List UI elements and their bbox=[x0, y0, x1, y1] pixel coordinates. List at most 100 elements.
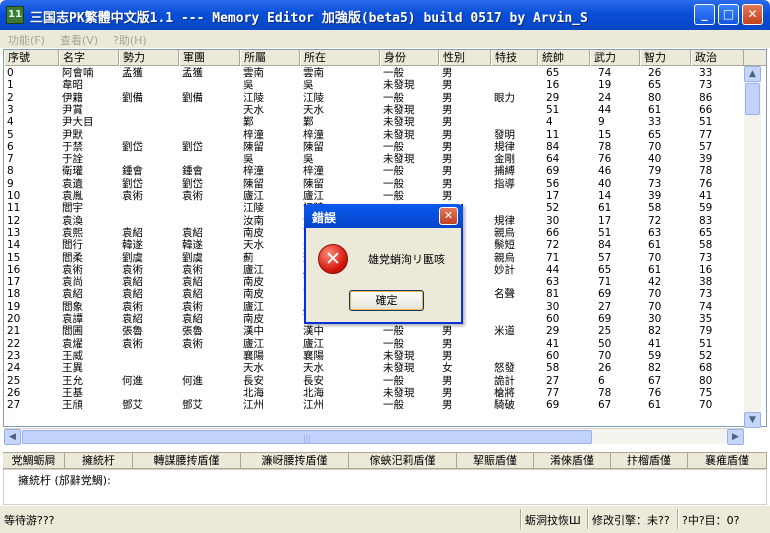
bottom-tab[interactable]: 挈賑盾僅 bbox=[457, 453, 534, 469]
table-row[interactable]: 1 韋昭 吳 吳 未發現 男 16 19 65 73 bbox=[4, 79, 766, 92]
table-row[interactable]: 10 袁胤 袁術 袁術 廬江 廬江 一般 男 17 14 39 41 bbox=[4, 190, 766, 202]
menu-function[interactable]: 功能(F) bbox=[8, 32, 45, 48]
scroll-up-button[interactable]: ▲ bbox=[744, 66, 761, 82]
column-header[interactable]: 身份 bbox=[380, 50, 439, 66]
table-cell: 廬江 bbox=[243, 337, 264, 350]
table-cell bbox=[119, 387, 179, 399]
table-cell: 52 bbox=[699, 349, 713, 362]
table-cell: 一般 bbox=[383, 337, 404, 350]
table-cell: 72 bbox=[546, 239, 560, 252]
bottom-tab[interactable]: 擁統杅 bbox=[65, 453, 133, 469]
table-cell: 男 bbox=[442, 91, 453, 104]
table-row[interactable]: 5 尹默 梓潼 梓潼 未發現 男 發明 11 15 65 77 bbox=[4, 129, 766, 141]
column-header[interactable]: 名字 bbox=[59, 50, 119, 66]
table-cell: 一般 bbox=[383, 140, 404, 153]
table-cell: 73 bbox=[648, 177, 662, 190]
table-cell: 劉岱 bbox=[182, 140, 203, 153]
table-cell: 鄴 bbox=[303, 116, 314, 129]
table-cell: 73 bbox=[699, 288, 713, 301]
vertical-scroll-thumb[interactable] bbox=[745, 83, 760, 115]
table-cell: 閻象 bbox=[62, 300, 83, 313]
arrow-down-icon: ▼ bbox=[749, 415, 756, 425]
table-cell bbox=[491, 313, 538, 325]
bottom-tab[interactable]: 抃榴盾僅 bbox=[611, 453, 688, 469]
ok-button[interactable]: 確定 bbox=[349, 290, 424, 311]
dialog-title-bar[interactable]: 錯誤 ✕ bbox=[304, 204, 463, 228]
column-header[interactable]: 所屬 bbox=[240, 50, 300, 66]
column-header[interactable]: 所在 bbox=[300, 50, 380, 66]
table-cell: 73 bbox=[699, 251, 713, 264]
table-cell bbox=[491, 79, 538, 91]
status-counter: ?中?目：0? bbox=[682, 514, 740, 527]
scroll-right-button[interactable]: ▶ bbox=[727, 429, 744, 445]
horizontal-scroll-thumb[interactable]: ||| bbox=[22, 430, 592, 444]
arrow-up-icon: ▲ bbox=[749, 69, 756, 79]
dialog-close-button[interactable]: ✕ bbox=[439, 207, 458, 225]
column-header[interactable]: 智力 bbox=[640, 50, 691, 66]
table-row[interactable]: 4 尹大目 鄴 鄴 未發現 男 4 9 33 51 bbox=[4, 116, 766, 129]
bottom-tab[interactable]: 轉謀腰抟盾僅 bbox=[133, 453, 241, 469]
table-cell: 14 bbox=[7, 239, 21, 252]
bottom-tab[interactable]: 襄痽盾僅 bbox=[688, 453, 767, 469]
table-row[interactable]: 7 于詮 吳 吳 未發現 男 金剛 64 76 40 39 bbox=[4, 153, 766, 165]
table-row[interactable]: 27 王頎 鄧艾 鄧艾 江州 江州 一般 男 騎破 69 67 61 70 bbox=[4, 399, 766, 411]
table-cell: 陳留 bbox=[303, 177, 324, 190]
table-cell: 男 bbox=[442, 374, 453, 387]
scroll-left-button[interactable]: ◀ bbox=[4, 429, 21, 445]
horizontal-scrollbar[interactable]: ◀ ||| ▶ bbox=[4, 428, 744, 445]
table-cell: 米道 bbox=[494, 325, 515, 338]
table-row[interactable]: 9 袁遺 劉岱 劉岱 陳留 陳留 一般 男 指導 56 40 73 76 bbox=[4, 177, 766, 190]
table-cell: 王威 bbox=[62, 349, 83, 362]
column-header[interactable]: 武力 bbox=[590, 50, 640, 66]
table-cell: 80 bbox=[648, 91, 662, 104]
table-row[interactable]: 25 王允 何進 何進 長安 長安 一般 男 詭計 27 6 67 80 bbox=[4, 374, 766, 387]
menu-view[interactable]: 查看(V) bbox=[60, 32, 98, 48]
table-row[interactable]: 3 尹賞 天水 天水 未發現 男 51 44 61 66 bbox=[4, 104, 766, 116]
table-row[interactable]: 24 王異 天水 天水 未發現 女 怒發 58 26 82 68 bbox=[4, 362, 766, 375]
table-row[interactable]: 2 伊籍 劉備 劉備 江陵 江陵 一般 男 眼力 29 24 80 86 bbox=[4, 91, 766, 104]
table-cell: 騎破 bbox=[494, 399, 515, 411]
table-row[interactable]: 8 衛瓘 鍾會 鍾會 梓潼 梓潼 一般 男 捕縛 69 46 79 78 bbox=[4, 165, 766, 178]
scroll-down-button[interactable]: ▼ bbox=[744, 412, 761, 428]
table-row[interactable]: 21 閻圃 張魯 張魯 漢中 漢中 一般 男 米道 29 25 82 79 bbox=[4, 325, 766, 338]
table-cell: 鍾會 bbox=[182, 165, 203, 178]
table-cell: 袁紹 bbox=[122, 276, 143, 289]
bottom-tab[interactable]: 淆倈盾僅 bbox=[534, 453, 611, 469]
table-cell: 王異 bbox=[62, 362, 83, 375]
column-header[interactable]: 序號 bbox=[4, 50, 59, 66]
menu-help[interactable]: ?助(H) bbox=[113, 32, 147, 48]
table-cell: 9 bbox=[7, 177, 14, 190]
bottom-tab[interactable]: 傢蛺汜莉盾僅 bbox=[349, 453, 457, 469]
column-header[interactable]: 勢力 bbox=[119, 50, 179, 66]
table-row[interactable]: 0 阿會喃 孟獲 孟獲 雲南 雲南 一般 男 65 74 26 33 bbox=[4, 67, 766, 79]
close-button[interactable]: ✕ bbox=[742, 4, 763, 25]
column-header[interactable]: 性別 bbox=[439, 50, 491, 66]
table-cell: 漢中 bbox=[243, 325, 264, 338]
column-header[interactable]: 統帥 bbox=[538, 50, 590, 66]
table-cell: 鬃短 bbox=[494, 239, 515, 252]
table-row[interactable]: 26 王基 北海 北海 未發現 男 槍將 77 78 76 75 bbox=[4, 387, 766, 399]
table-cell: 30 bbox=[648, 313, 662, 325]
table-cell: 閻行 bbox=[62, 239, 83, 252]
table-cell: 42 bbox=[648, 276, 662, 289]
table-cell: 58 bbox=[699, 239, 713, 252]
minimize-button[interactable]: _ bbox=[694, 4, 715, 25]
column-header[interactable]: 政治 bbox=[691, 50, 744, 66]
table-cell: 韓遂 bbox=[182, 239, 203, 252]
app-icon[interactable]: 11 bbox=[6, 6, 24, 24]
column-header[interactable]: 軍團 bbox=[179, 50, 240, 66]
table-row[interactable]: 22 袁燿 袁術 袁術 廬江 廬江 一般 男 41 50 41 51 bbox=[4, 337, 766, 350]
table-cell: 一般 bbox=[383, 325, 404, 338]
maximize-button[interactable]: □ bbox=[718, 4, 739, 25]
table-row[interactable]: 23 王威 襄陽 襄陽 未發現 男 60 70 59 52 bbox=[4, 349, 766, 362]
table-row[interactable]: 6 于禁 劉岱 劉岱 陳留 陳留 一般 男 規律 84 78 70 57 bbox=[4, 140, 766, 153]
title-bar[interactable]: 11 三国志PK繁體中文版1.1 --- Memory Editor 加強版(b… bbox=[0, 0, 770, 30]
table-cell: 61 bbox=[648, 399, 662, 411]
table-cell bbox=[491, 276, 538, 288]
bottom-tab[interactable]: 濂岈腰抟盾僅 bbox=[241, 453, 349, 469]
vertical-scrollbar[interactable]: ▲ ▼ bbox=[744, 66, 761, 428]
table-cell: 73 bbox=[699, 79, 713, 92]
bottom-tab[interactable]: 党鯛蛎屙 bbox=[3, 453, 65, 469]
column-header[interactable]: 特技 bbox=[491, 50, 538, 66]
table-cell: 雲南 bbox=[303, 67, 324, 79]
